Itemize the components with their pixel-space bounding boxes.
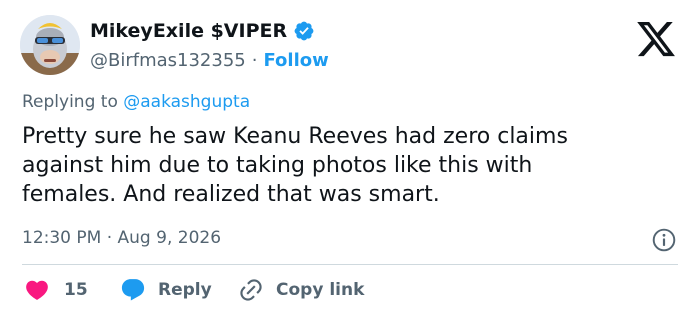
speech-bubble-icon bbox=[121, 279, 145, 301]
follow-button[interactable]: Follow bbox=[263, 50, 328, 71]
ape-avatar-icon bbox=[20, 15, 80, 75]
copy-link-label: Copy link bbox=[276, 280, 365, 300]
reply-label: Reply bbox=[158, 280, 212, 300]
separator-dot: · bbox=[251, 49, 258, 71]
author-name-row: MikeyExile $VIPER bbox=[90, 18, 315, 44]
author-display-name[interactable]: MikeyExile $VIPER bbox=[90, 20, 287, 42]
author-handle-row: @Birfmas132355 · Follow bbox=[90, 48, 329, 72]
tweet-text-line: Pretty sure he saw Keanu Reeves had zero… bbox=[22, 124, 568, 149]
like-button[interactable]: 15 bbox=[24, 277, 120, 303]
replying-to-handle[interactable]: @aakashgupta bbox=[123, 92, 250, 112]
x-logo-icon[interactable] bbox=[635, 18, 677, 60]
tweet-text-line: females. And realized that was smart. bbox=[22, 182, 440, 207]
tweet-card: MikeyExile $VIPER @Birfmas132355 · Follo… bbox=[0, 0, 700, 318]
tweet-text-line: against him due to taking photos like th… bbox=[22, 153, 533, 178]
info-icon[interactable] bbox=[651, 227, 677, 253]
avatar[interactable] bbox=[20, 15, 80, 75]
tweet-text: Pretty sure he saw Keanu Reeves had zero… bbox=[22, 122, 682, 209]
author-handle[interactable]: @Birfmas132355 bbox=[90, 50, 246, 71]
like-count: 15 bbox=[64, 280, 88, 300]
action-bar: 15 Reply Copy link bbox=[24, 276, 364, 304]
copy-link-button[interactable]: Copy link bbox=[238, 277, 364, 303]
replying-to: Replying to @aakashgupta bbox=[22, 92, 250, 112]
heart-icon bbox=[26, 280, 48, 300]
link-icon bbox=[240, 279, 262, 301]
reply-button[interactable]: Reply bbox=[120, 277, 238, 303]
timestamp[interactable]: 12:30 PM · Aug 9, 2026 bbox=[22, 228, 221, 248]
verified-badge-icon bbox=[294, 21, 314, 41]
replying-to-label: Replying to bbox=[22, 92, 118, 112]
divider bbox=[22, 264, 678, 265]
